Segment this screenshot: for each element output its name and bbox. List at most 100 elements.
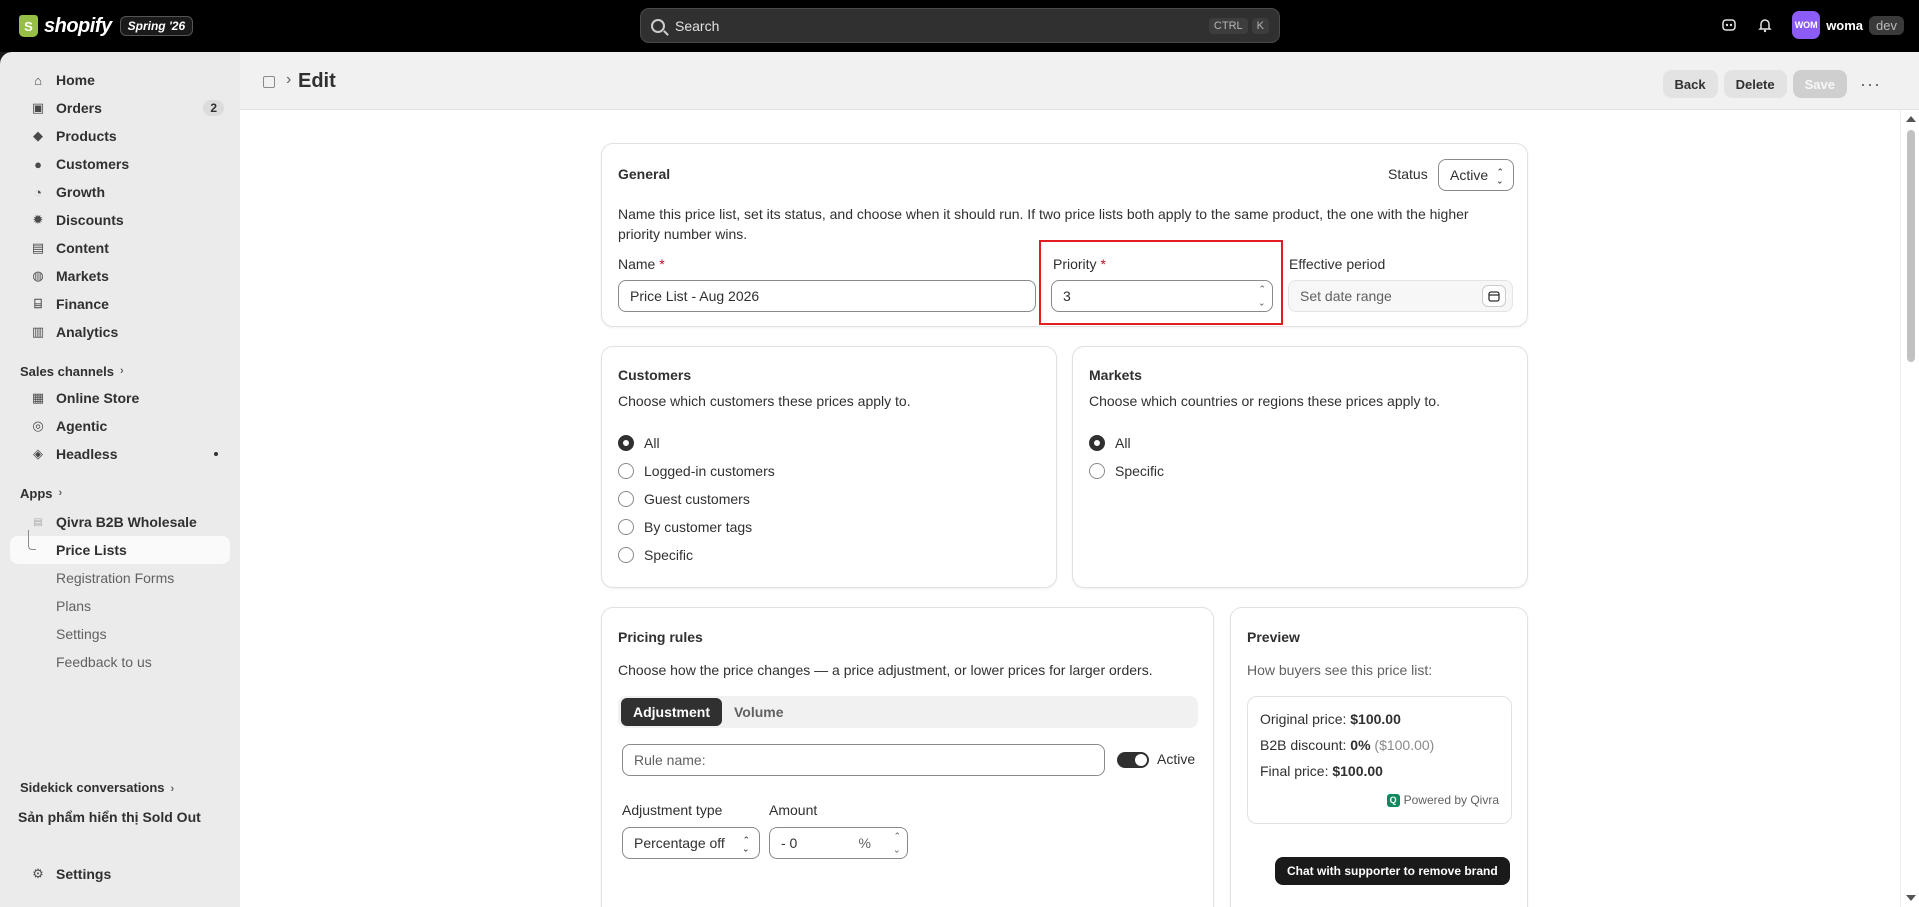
sidebar-subitem-settings[interactable]: Settings	[10, 620, 230, 648]
sidebar-item-products[interactable]: ◆ Products	[10, 122, 230, 150]
avatar[interactable]: WOM	[1792, 11, 1821, 39]
sales-channels-label[interactable]: Sales channels ›	[0, 358, 240, 384]
customers-option-specific[interactable]: Specific	[618, 547, 693, 563]
status-select[interactable]: Active ⌃ ⌃	[1438, 159, 1514, 191]
adjustment-type-select[interactable]: Percentage off ⌃ ⌃	[622, 827, 760, 859]
sidebar-item-home[interactable]: ⌂ Home	[10, 66, 230, 94]
sidekick-conversations-label[interactable]: Sidekick conversations ›	[20, 780, 174, 795]
customers-option-logged-in-customers[interactable]: Logged-in customers	[618, 463, 775, 479]
markets-option-specific[interactable]: Specific	[1089, 463, 1164, 479]
sidebar-item-qivra[interactable]: ▤ Qivra B2B Wholesale	[10, 508, 230, 536]
markets-title: Markets	[1089, 367, 1142, 383]
powered-by[interactable]: Q Powered by Qivra	[1386, 793, 1499, 807]
select-arrows-icon: ⌃ ⌃	[742, 835, 750, 854]
calendar-icon[interactable]	[1482, 285, 1506, 307]
tree-connector	[28, 530, 36, 550]
apps-label[interactable]: Apps ›	[0, 480, 240, 506]
sidebar-subitem-plans[interactable]: Plans	[10, 592, 230, 620]
edition-badge[interactable]: Spring '26	[119, 16, 194, 36]
gauge-icon: ◔	[34, 184, 42, 200]
sidebar-item-content[interactable]: ▤ Content	[10, 234, 230, 262]
pricing-rules-card: Pricing rules Choose how the price chang…	[601, 607, 1214, 907]
breadcrumb-separator: ›	[286, 71, 292, 88]
sidebar-subitem-registration-forms[interactable]: Registration Forms	[10, 564, 230, 592]
back-button[interactable]: Back	[1662, 70, 1718, 98]
shopify-bag-icon: S	[19, 15, 38, 37]
radio-button[interactable]	[1089, 435, 1105, 451]
sidebar-item-customers[interactable]: ● Customers	[10, 150, 230, 178]
amount-label: Amount	[769, 802, 818, 818]
breadcrumb-app-icon[interactable]	[263, 76, 275, 88]
sidebar: ⌂ Home ▣ Orders 2 ◆ Products ● Customers ◔ Growth ✹…	[0, 52, 240, 907]
scroll-down-icon[interactable]	[1906, 895, 1916, 901]
chevron-right-icon: ›	[170, 783, 175, 795]
search-bar[interactable]: Search CTRL K	[640, 8, 1280, 43]
save-button[interactable]: Save	[1792, 70, 1847, 98]
name-input[interactable]: Price List - Aug 2026	[618, 280, 1036, 312]
preview-title: Preview	[1247, 629, 1300, 645]
sidebar-item-label: Online Store	[56, 390, 140, 406]
sidebar-item-agentic[interactable]: ◎ Agentic	[10, 412, 230, 440]
scrollbar[interactable]	[1900, 110, 1919, 907]
sidekick-conversation-item[interactable]: Sản phẩm hiển thị Sold Out	[18, 809, 201, 825]
markets-option-all[interactable]: All	[1089, 435, 1131, 451]
radio-button[interactable]	[618, 491, 634, 507]
sidebar-item-growth[interactable]: ◔ Growth	[10, 178, 230, 206]
customers-title: Customers	[618, 367, 692, 383]
globe-icon: ◍	[32, 268, 44, 283]
active-toggle[interactable]	[1117, 752, 1149, 768]
sidebar-item-label: Discounts	[56, 212, 124, 228]
shortcut-ctrl: CTRL	[1208, 17, 1248, 34]
more-actions-icon[interactable]: ···	[1860, 74, 1881, 95]
chevron-right-icon: ›	[119, 365, 124, 377]
scroll-thumb[interactable]	[1907, 130, 1915, 362]
sidebar-item-label: Customers	[56, 156, 130, 172]
orders-count-badge: 2	[203, 100, 224, 116]
sidebar-item-headless[interactable]: ◈ Headless	[10, 440, 230, 468]
customers-option-by-customer-tags[interactable]: By customer tags	[618, 519, 752, 535]
sidebar-item-markets[interactable]: ◍ Markets	[10, 262, 230, 290]
preview-description: How buyers see this price list:	[1247, 662, 1433, 678]
shopify-logo[interactable]: S shopify	[19, 15, 112, 38]
number-stepper[interactable]: ⌃ ⌃	[893, 831, 901, 854]
radio-button[interactable]	[618, 519, 634, 535]
tab-volume[interactable]: Volume	[722, 698, 796, 726]
customers-option-all[interactable]: All	[618, 435, 660, 451]
env-badge: dev	[1869, 15, 1904, 35]
sidebar-subitem-price-lists[interactable]: Price Lists	[10, 536, 230, 564]
select-arrows-icon: ⌃ ⌃	[1496, 167, 1504, 186]
sidebar-item-finance[interactable]: ⌸ Finance	[10, 290, 230, 318]
gear-icon: ⚙	[32, 866, 44, 881]
scroll-up-icon[interactable]	[1906, 116, 1916, 122]
date-range-input[interactable]: Set date range	[1288, 280, 1513, 312]
tab-adjustment[interactable]: Adjustment	[621, 698, 722, 726]
sidebar-item-orders[interactable]: ▣ Orders 2	[10, 94, 230, 122]
search-input[interactable]: Search	[675, 18, 1205, 34]
sidebar-item-discounts[interactable]: ✹ Discounts	[10, 206, 230, 234]
amount-input[interactable]: - 0 % ⌃ ⌃	[769, 827, 908, 859]
sidekick-icon[interactable]	[1720, 16, 1738, 34]
app-content: General Status Active ⌃ ⌃ Name this price…	[240, 110, 1900, 907]
sidebar-item-label: Headless	[56, 446, 118, 462]
radio-button[interactable]	[1089, 463, 1105, 479]
headless-icon: ◈	[33, 446, 43, 461]
markets-card: Markets Choose which countries or region…	[1072, 346, 1528, 588]
sidebar-item-label: Growth	[56, 184, 105, 200]
radio-button[interactable]	[618, 547, 634, 563]
sidebar-item-online-store[interactable]: ▦ Online Store	[10, 384, 230, 412]
home-icon: ⌂	[34, 72, 42, 88]
customers-option-guest-customers[interactable]: Guest customers	[618, 491, 750, 507]
store-name[interactable]: woma	[1826, 18, 1863, 33]
rule-name-input[interactable]: Rule name:	[622, 744, 1105, 776]
radio-button[interactable]	[618, 463, 634, 479]
sidebar-subitem-feedback-to-us[interactable]: Feedback to us	[10, 648, 230, 676]
radio-button[interactable]	[618, 435, 634, 451]
bell-icon[interactable]	[1756, 16, 1774, 34]
sidebar-item-label: Content	[56, 240, 109, 256]
price-preview-box: Original price: $100.00 B2B discount: 0%…	[1247, 696, 1512, 824]
effective-period-label: Effective period	[1289, 256, 1386, 272]
sidebar-item-analytics[interactable]: ▥ Analytics	[10, 318, 230, 346]
sidebar-item-settings[interactable]: ⚙ Settings	[10, 860, 230, 888]
chat-supporter-button[interactable]: Chat with supporter to remove brand	[1275, 857, 1510, 885]
delete-button[interactable]: Delete	[1723, 70, 1787, 98]
